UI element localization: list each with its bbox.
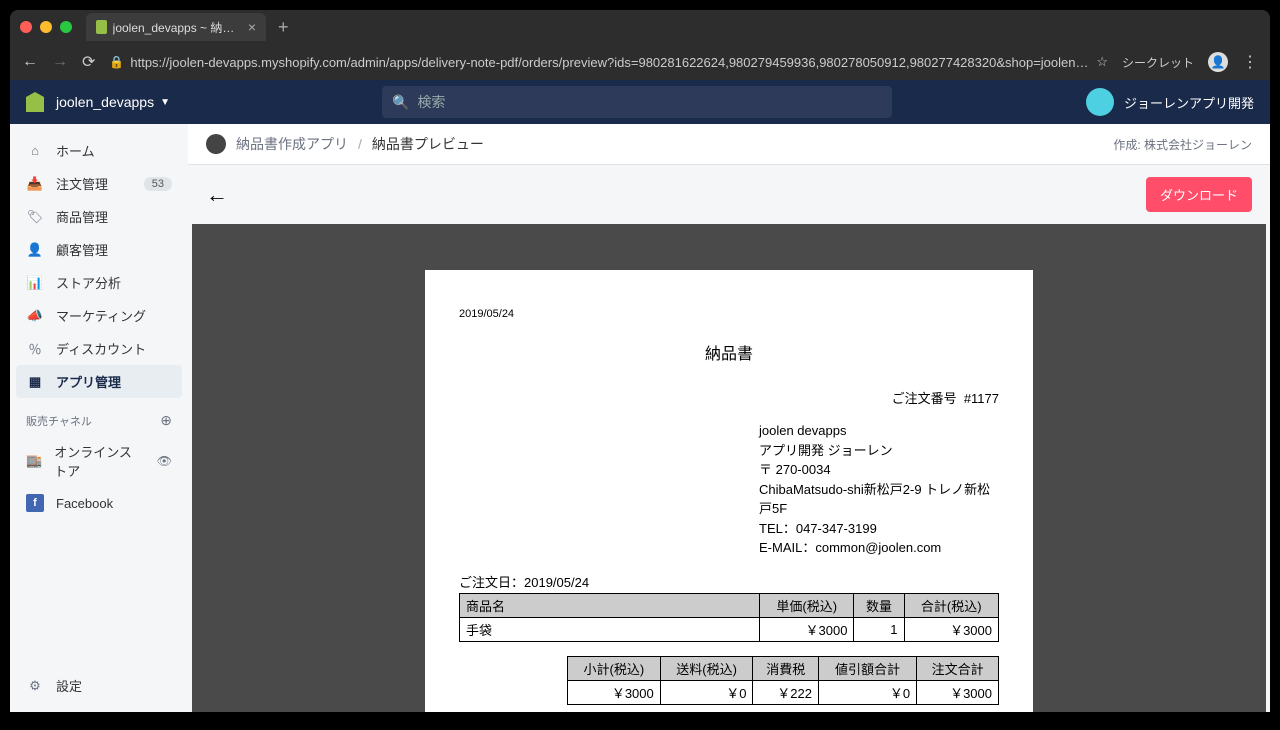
created-by-label: 作成: 株式会社ジョーレン [1113,136,1252,153]
browser-menu-icon[interactable]: ⋮ [1242,52,1258,72]
totals-table: 小計(税込) 送料(税込) 消費税 値引額合計 注文合計 ￥3000 ￥0 ￥2… [567,656,999,705]
avatar [1086,88,1114,116]
incognito-label: シークレット [1122,54,1194,71]
incognito-icon[interactable]: 👤 [1208,52,1228,72]
sidebar-item-label: Facebook [56,496,113,511]
reload-icon[interactable]: ⟳ [82,52,95,72]
breadcrumb-app-link[interactable]: 納品書作成アプリ [236,134,348,154]
sidebar-item-home[interactable]: ⌂ ホーム [16,134,182,167]
shop-selector[interactable]: joolen_devapps ▼ [56,94,170,110]
channels-section-label: 販売チャネル ⊕ [16,398,182,435]
user-icon: 👤 [26,241,44,259]
breadcrumb-separator: / [358,136,362,152]
order-number: ご注文番号 #1177 [459,388,999,407]
orders-icon: 📥 [26,175,44,193]
sidebar-item-label: マーケティング [56,306,146,325]
shopify-favicon-icon [96,20,107,34]
shopify-logo-icon [26,92,44,112]
sidebar-channel-online-store[interactable]: 🏬 オンラインストア 👁 [16,435,182,487]
app-header: joolen_devapps ▼ 🔍 検索 ジョーレンアプリ開発 [10,80,1270,124]
close-tab-icon[interactable]: × [248,19,256,35]
bookmark-icon[interactable]: ☆ [1096,54,1108,70]
company-info: joolen devapps アプリ開発 ジョーレン 〒 270-0034 Ch… [759,421,999,558]
delivery-note-document: 2019/05/24 納品書 ご注文番号 #1177 joolen devapp… [425,270,1033,712]
tab-title: joolen_devapps ~ 納品書作成ア [113,19,242,36]
home-icon: ⌂ [26,142,44,160]
sidebar-item-products[interactable]: 🏷 商品管理 [16,200,182,233]
download-button[interactable]: ダウンロード [1146,177,1252,212]
sidebar-item-discounts[interactable]: ％ ディスカウント [16,332,182,365]
search-placeholder: 検索 [417,92,445,112]
table-row: 手袋 ￥3000 1 ￥3000 [460,617,999,641]
window-controls [20,21,72,33]
sidebar-item-analytics[interactable]: 📊 ストア分析 [16,266,182,299]
pdf-preview-area[interactable]: 2019/05/24 納品書 ご注文番号 #1177 joolen devapp… [192,224,1266,712]
sidebar-item-label: アプリ管理 [56,372,121,391]
sidebar-item-label: 顧客管理 [56,240,108,259]
table-header-row: 小計(税込) 送料(税込) 消費税 値引額合計 注文合計 [568,656,999,680]
apps-icon: ▦ [26,373,44,391]
forward-icon[interactable]: → [52,53,68,71]
sidebar-item-label: 設定 [56,676,82,695]
url-field[interactable]: 🔒 https://joolen-devapps.myshopify.com/a… [109,54,1108,70]
doc-title: 納品書 [459,340,999,364]
browser-tab[interactable]: joolen_devapps ~ 納品書作成ア × [86,13,266,41]
order-date: ご注文日：2019/05/24 [459,572,999,591]
breadcrumb: 納品書作成アプリ / 納品書プレビュー 作成: 株式会社ジョーレン [188,124,1270,165]
close-window-icon[interactable] [20,21,32,33]
new-tab-button[interactable]: + [278,17,289,38]
url-text: https://joolen-devapps.myshopify.com/adm… [130,55,1090,70]
main-layout: ⌂ ホーム 📥 注文管理 53 🏷 商品管理 👤 顧客管理 📊 ストア分析 [10,124,1270,712]
breadcrumb-current: 納品書プレビュー [372,134,484,154]
user-name-label: ジョーレンアプリ開発 [1124,93,1254,112]
search-icon: 🔍 [392,94,409,111]
tab-bar: joolen_devapps ~ 納品書作成ア × + [10,10,1270,44]
address-bar: ← → ⟳ 🔒 https://joolen-devapps.myshopify… [10,44,1270,80]
sidebar-item-label: ストア分析 [56,273,121,292]
content: 納品書作成アプリ / 納品書プレビュー 作成: 株式会社ジョーレン ← ダウンロ… [188,124,1270,712]
app-window: joolen_devapps ▼ 🔍 検索 ジョーレンアプリ開発 ⌂ ホーム 📥… [10,80,1270,712]
add-channel-button[interactable]: ⊕ [160,412,172,429]
back-icon[interactable]: ← [22,53,38,71]
app-avatar-icon [206,134,226,154]
orders-badge: 53 [144,177,172,191]
sidebar-item-apps[interactable]: ▦ アプリ管理 [16,365,182,398]
lock-icon: 🔒 [109,55,124,69]
discount-icon: ％ [26,340,44,358]
chevron-down-icon: ▼ [160,97,170,108]
store-icon: 🏬 [26,452,42,470]
sidebar-item-settings[interactable]: ⚙ 設定 [16,669,182,702]
doc-print-date: 2019/05/24 [459,308,999,320]
sidebar: ⌂ ホーム 📥 注文管理 53 🏷 商品管理 👤 顧客管理 📊 ストア分析 [10,124,188,712]
analytics-icon: 📊 [26,274,44,292]
sidebar-item-label: 注文管理 [56,174,108,193]
table-row: ￥3000 ￥0 ￥222 ￥0 ￥3000 [568,680,999,704]
maximize-window-icon[interactable] [60,21,72,33]
back-button[interactable]: ← [206,182,228,208]
items-table: 商品名 単価(税込) 数量 合計(税込) 手袋 ￥3000 1 ￥3000 [459,593,999,642]
user-menu[interactable]: ジョーレンアプリ開発 [1086,88,1254,116]
sidebar-item-marketing[interactable]: 📣 マーケティング [16,299,182,332]
sidebar-item-orders[interactable]: 📥 注文管理 53 [16,167,182,200]
toolbar: ← ダウンロード [188,165,1270,224]
facebook-icon: f [26,494,44,512]
sidebar-item-label: ディスカウント [56,339,146,358]
search-input[interactable]: 🔍 検索 [382,86,892,118]
shop-name-label: joolen_devapps [56,94,154,110]
sidebar-item-label: オンラインストア [54,442,145,480]
table-header-row: 商品名 単価(税込) 数量 合計(税込) [460,593,999,617]
sidebar-item-label: 商品管理 [56,207,108,226]
gear-icon: ⚙ [26,677,44,695]
minimize-window-icon[interactable] [40,21,52,33]
sidebar-channel-facebook[interactable]: f Facebook [16,487,182,519]
eye-icon[interactable]: 👁 [157,454,172,468]
browser-chrome: joolen_devapps ~ 納品書作成ア × + ← → ⟳ 🔒 http… [10,10,1270,80]
megaphone-icon: 📣 [26,307,44,325]
sidebar-item-customers[interactable]: 👤 顧客管理 [16,233,182,266]
sidebar-item-label: ホーム [56,141,95,160]
tag-icon: 🏷 [26,208,44,226]
